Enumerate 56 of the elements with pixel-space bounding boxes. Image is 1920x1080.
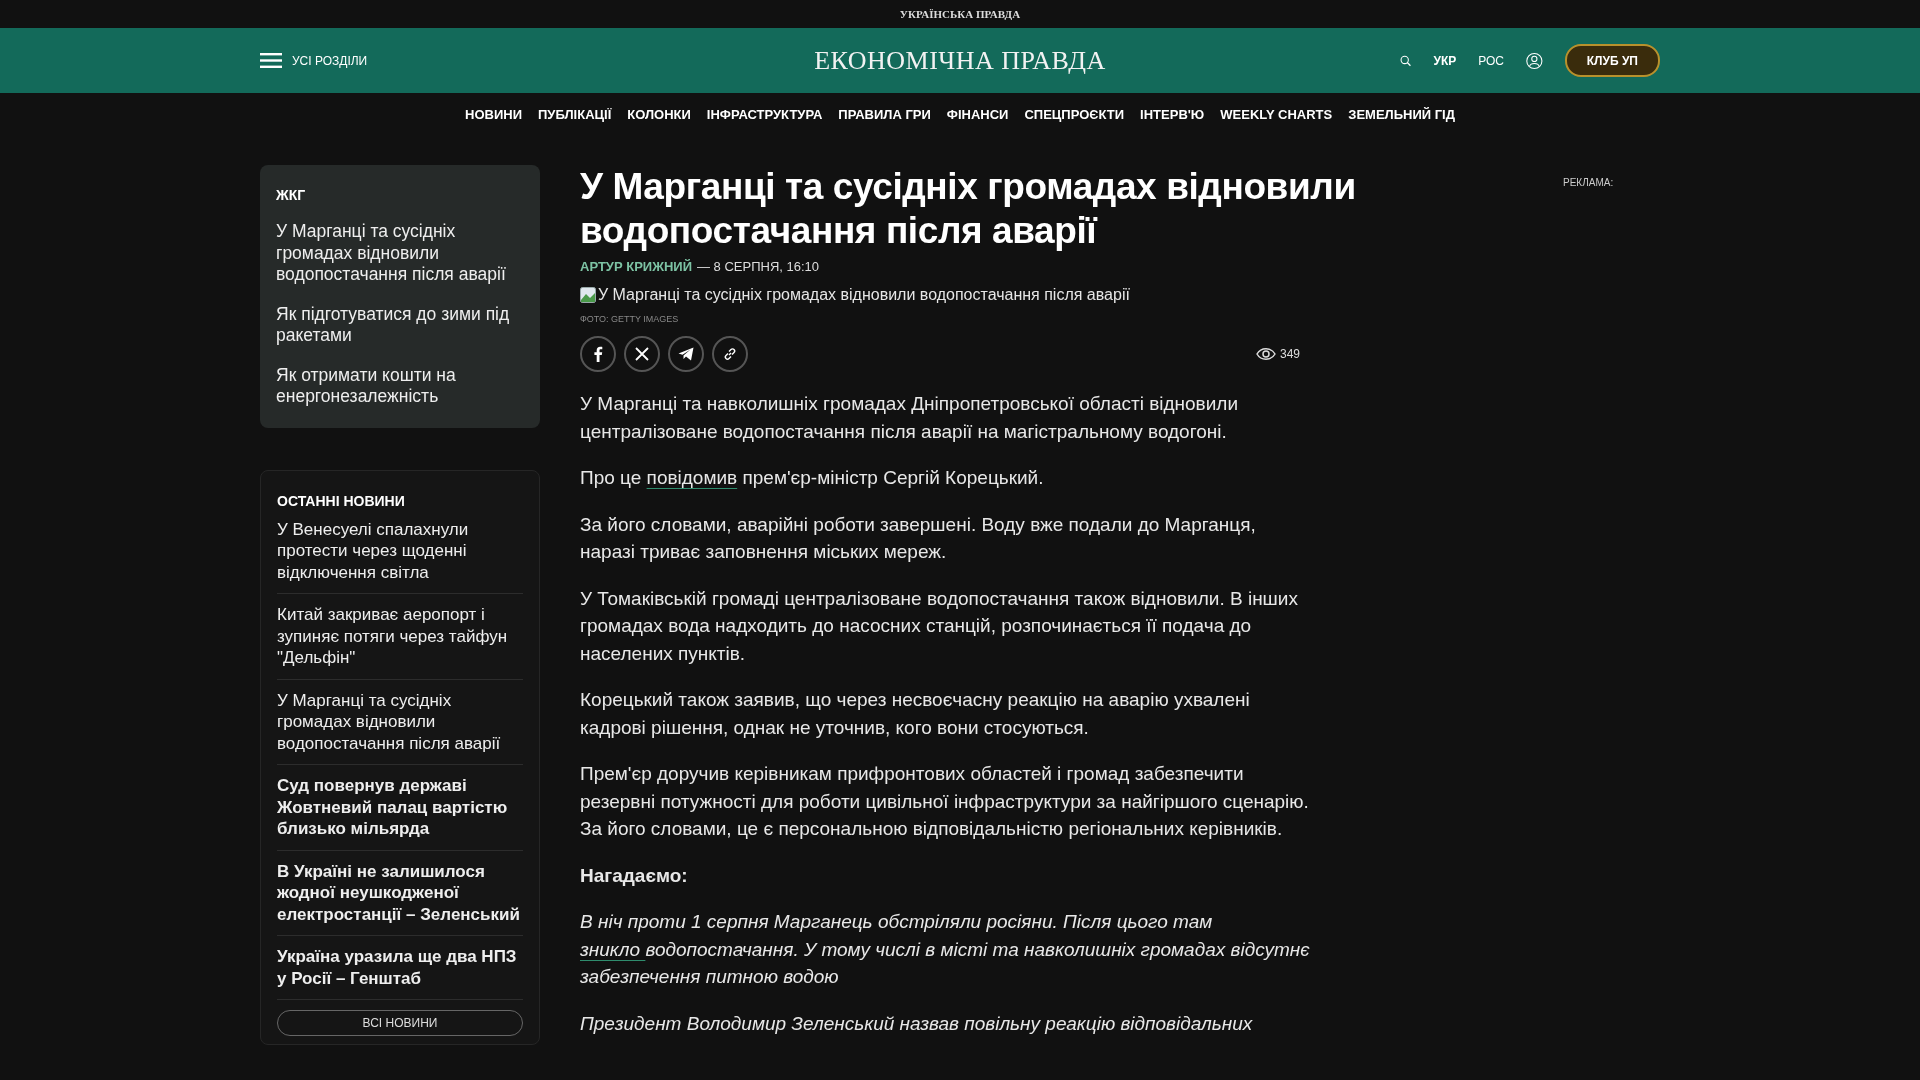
club-button[interactable]: КЛУБ УП xyxy=(1564,44,1660,77)
news-link[interactable]: Суд повернув державі Жовтневий палац вартістю близько мільярда xyxy=(277,765,523,851)
photo-credit: ФОТО: GETTY IMAGES xyxy=(580,314,680,324)
nav-link[interactable]: КОЛОНКИ xyxy=(627,106,691,122)
nav-link[interactable]: ЗЕМЕЛЬНИЙ ГІД xyxy=(1348,106,1455,122)
image-alt-text: У Марганці та сусідніх громадах відновили водопостачання після аварії xyxy=(598,286,1130,304)
site-title[interactable]: УКРАЇНСЬКА ПРАВДА xyxy=(899,8,1021,20)
article-title: У Марганці та сусідніх громадах відновили водопостачання після аварії xyxy=(580,165,1357,253)
article-paragraph: За його словами, аварійні роботи завершені. Воду вже подали до Марганця, наразі триває заповнення міських мереж. xyxy=(580,512,1257,564)
facebook-share-button[interactable] xyxy=(580,336,616,372)
news-link[interactable]: Україна уразила ще два НПЗ у Росії – Генштаб xyxy=(277,936,523,1000)
quote-paragraph: В ніч проти 1 серпня Марганець обстріляли росіяни. Після цього там зникло водопостачання. У тому числі в місті та навколишніх громадах відсутнє забезпечення питною водою xyxy=(580,910,1310,989)
all-sections-button[interactable]: УСІ РОЗДІЛИ xyxy=(260,53,520,68)
nav-link[interactable]: СПЕЦПРОЄКТИ xyxy=(1024,106,1125,122)
paper-plane-icon xyxy=(678,347,694,361)
topic-link[interactable]: У Марганці та сусідніх громадах відновили водопостачання після аварії xyxy=(276,221,524,286)
article-subheading: Нагадаємо: xyxy=(580,863,689,888)
topic-link[interactable]: Як підготуватися до зими під ракетами xyxy=(276,303,524,347)
article-paragraph: У Томаківській громаді централізоване водопостачання також відновили. В інших громадах вода надходить до насосних станцій, розпочинається її подача до населених пунктів. xyxy=(580,586,1299,666)
menu-icon xyxy=(260,53,282,68)
facebook-icon xyxy=(593,346,603,362)
topic-link[interactable]: Як отримати кошти на енергонезалежність xyxy=(276,364,524,408)
nav-link[interactable]: ФІНАНСИ xyxy=(946,106,1009,122)
site-logo[interactable]: ЕКОНОМІЧНА ПРАВДА xyxy=(814,45,1106,76)
latest-news-title: ОСТАННІ НОВИНИ xyxy=(277,492,406,509)
topic-title[interactable]: ЖКГ xyxy=(276,187,524,203)
link-icon xyxy=(723,347,737,361)
view-count: 349 xyxy=(1279,347,1300,361)
article-paragraph: Корецький також заявив, що через несвоєчасну реакцію на аварію ухвалені кадрові рішення, однак не уточнив, кого вони стосуються. xyxy=(580,688,1251,740)
article-link[interactable]: зникло xyxy=(580,938,646,960)
author-link[interactable]: АРТУР КРИЖНИЙ xyxy=(580,259,692,274)
nav-link[interactable]: НОВИНИ xyxy=(465,106,522,122)
nav-link[interactable]: WEEKLY CHARTS xyxy=(1220,106,1333,122)
news-link[interactable]: У Марганці та сусідніх громадах відновили водопостачання після аварії xyxy=(277,679,523,765)
telegram-share-button[interactable] xyxy=(668,336,704,372)
news-link[interactable]: Китай закриває аеропорт і зупиняє потяги через тайфун "Дельфін" xyxy=(277,594,523,680)
x-share-button[interactable] xyxy=(624,336,660,372)
eye-icon xyxy=(1255,347,1276,361)
nav-link[interactable]: ПРАВИЛА ГРИ xyxy=(838,106,931,122)
nav-link[interactable]: ІНТЕРВ'Ю xyxy=(1140,106,1205,122)
quote-paragraph: Президент Володимир Зеленський назвав повільну реакцію відповідальних xyxy=(580,1011,1254,1036)
news-link[interactable]: В Україні не залишилося жодної неушкодженої електростанції – Зеленський xyxy=(277,850,523,936)
language-link[interactable]: УКР xyxy=(1433,53,1457,68)
broken-image-icon xyxy=(580,287,596,303)
x-icon xyxy=(635,347,649,361)
article-paragraph: Про це повідомив прем'єр-міністр Сергій Корецький. xyxy=(580,466,1045,490)
article-paragraph: У Марганці та навколишніх громадах Дніпропетровської області відновили централізоване водопостачання після аварії на магістральному водогоні. xyxy=(580,392,1239,444)
ad-label: РЕКЛАМА: xyxy=(1563,177,1615,188)
language-link[interactable]: РОС xyxy=(1478,53,1505,68)
news-link[interactable]: У Венесуелі спалахнули протести через щоденні відключення світла xyxy=(277,508,523,594)
nav-link[interactable]: ПУБЛІКАЦІЇ xyxy=(538,106,612,122)
copy-link-button[interactable] xyxy=(712,336,748,372)
article-date: — 8 СЕРПНЯ, 16:10 xyxy=(697,259,820,274)
nav-link[interactable]: ІНФРАСТРУКТУРА xyxy=(706,106,823,122)
article-paragraph: Прем'єр доручив керівникам прифронтових областей і громад забезпечити резервні потужності для роботи цивільної інфраструктури за найгіршого сценарію. За його словами, це є персональною відповідальністю регіональних керівників. xyxy=(580,762,1310,841)
article-link[interactable]: повідомив xyxy=(646,467,738,488)
